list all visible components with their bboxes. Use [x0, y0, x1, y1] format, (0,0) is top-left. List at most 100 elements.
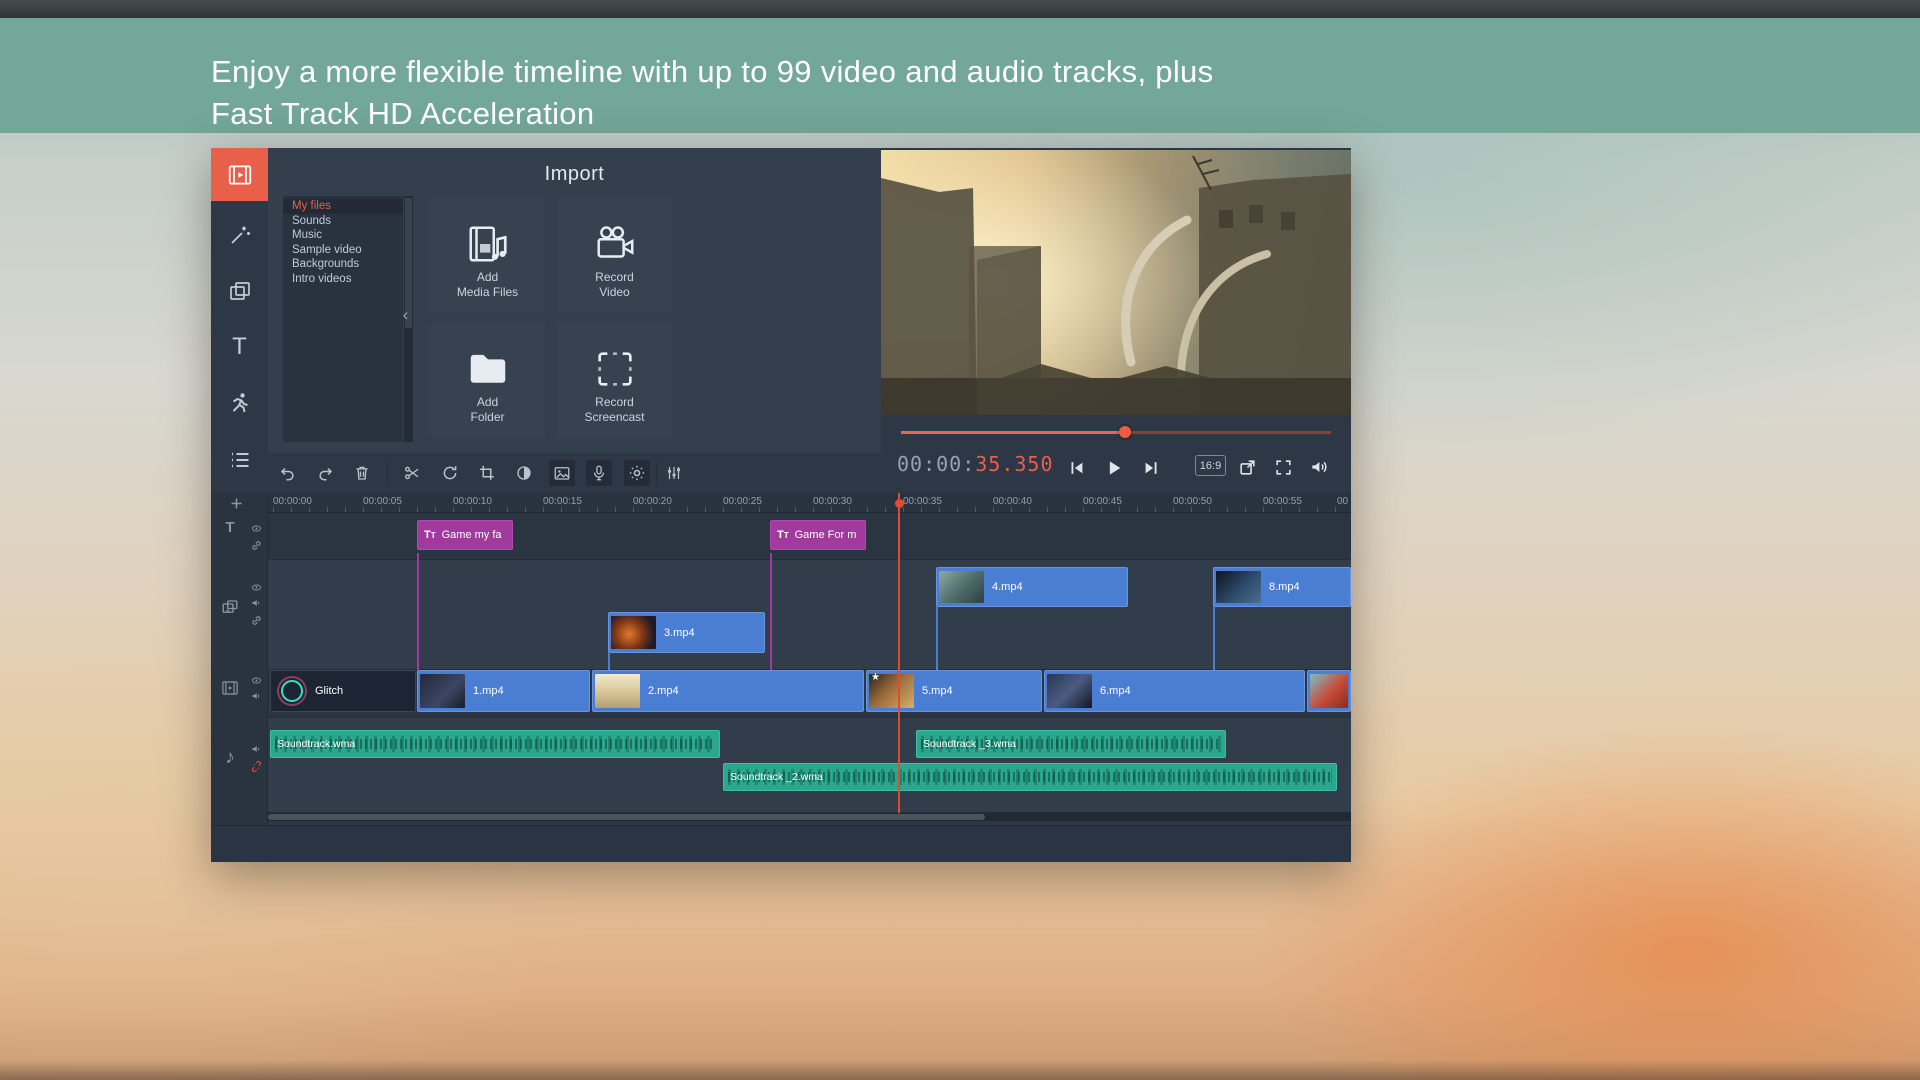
redo-button[interactable] [312, 460, 338, 486]
ruler-label: 00:00:10 [453, 496, 492, 507]
category-intro-videos[interactable]: Intro videos [283, 272, 403, 287]
ruler-label: 00:00:55 [1263, 496, 1302, 507]
color-adjust-button[interactable] [511, 460, 537, 486]
audio-clip[interactable]: Soundtrack _2.wma [723, 763, 1337, 791]
video-clip[interactable]: 1.mp4 [417, 670, 590, 712]
play-button[interactable] [1100, 454, 1128, 482]
overlay-clip[interactable]: 4.mp4 [936, 567, 1128, 607]
timecode-seconds: 35.350 [975, 452, 1053, 476]
preview-seekbar[interactable] [901, 431, 1331, 434]
split-scissors-button[interactable] [399, 460, 425, 486]
title-track-link-icon[interactable] [249, 538, 263, 552]
image-tool-button[interactable] [549, 460, 575, 486]
delete-button[interactable] [349, 460, 375, 486]
track-header-column: T ♪ [211, 493, 268, 825]
title-clip[interactable]: TT Game my fa [417, 520, 513, 550]
video-clip-glitch[interactable]: Glitch [270, 670, 416, 712]
skip-back-button[interactable] [1063, 454, 1091, 482]
overlay-track-link-icon[interactable] [249, 613, 263, 627]
overlay-clip[interactable]: 3.mp4 [608, 612, 765, 653]
skip-forward-button[interactable] [1137, 454, 1165, 482]
video-camera-icon [592, 218, 638, 270]
timeline-ruler[interactable]: 00:00:00 00:00:05 00:00:10 00:00:15 00:0… [268, 493, 1351, 513]
timecode-display: 00:00:35.350 [897, 452, 1054, 476]
video-track-icon [220, 679, 240, 697]
sidebar-import-button[interactable] [211, 148, 268, 201]
fullscreen-button[interactable] [1269, 453, 1297, 481]
title-clip[interactable]: TT Game For m [770, 520, 866, 550]
microphone-button[interactable] [586, 460, 612, 486]
category-sounds[interactable]: Sounds [283, 214, 403, 229]
overlay-link-line [608, 653, 610, 670]
category-backgrounds[interactable]: Backgrounds [283, 257, 403, 272]
clip-label: Game For m [795, 529, 857, 541]
detach-player-button[interactable] [1233, 453, 1261, 481]
volume-button[interactable] [1305, 453, 1333, 481]
record-screencast-button[interactable]: Record Screencast [557, 323, 672, 437]
overlay-link-line [1213, 607, 1215, 670]
video-clip[interactable]: ★ 5.mp4 [866, 670, 1042, 712]
toolbar-separator [387, 462, 388, 484]
overlay-link-line [936, 607, 938, 670]
aspect-ratio-button[interactable]: 16:9 [1195, 455, 1226, 476]
video-track-speaker-icon[interactable] [249, 690, 263, 702]
sidebar-wand-button[interactable] [211, 208, 268, 261]
playhead-handle[interactable] [895, 499, 904, 508]
ruler-label: 00:00:40 [993, 496, 1032, 507]
undo-button[interactable] [275, 460, 301, 486]
overlay-track-speaker-icon[interactable] [249, 597, 263, 609]
clip-thumbnail [420, 674, 465, 708]
audio-clip[interactable]: Soundtrack _3.wma [916, 730, 1226, 758]
ruler-label: 00:00:15 [543, 496, 582, 507]
track-band [268, 560, 1351, 670]
clip-thumbnail [1216, 571, 1261, 603]
video-editor-window: T Import My files Sounds Music Sample vi… [211, 148, 1351, 862]
clip-thumbnail [1310, 674, 1348, 708]
audio-track-unlink-icon[interactable] [249, 759, 263, 773]
video-track-eye-icon[interactable] [249, 674, 263, 686]
sidebar-filters-button[interactable] [211, 264, 268, 317]
add-track-plus-icon[interactable] [227, 494, 245, 512]
record-video-button[interactable]: Record Video [557, 198, 672, 312]
promo-banner: Enjoy a more flexible timeline with up t… [0, 18, 1920, 133]
ruler-label: 00:00:50 [1173, 496, 1212, 507]
sidebar-titles-button[interactable]: T [211, 320, 268, 373]
preview-video [881, 150, 1351, 415]
clip-label: Soundtrack.wma [277, 738, 355, 750]
ruler-label: 00:00:30 [813, 496, 852, 507]
sidebar-more-tools-button[interactable] [211, 433, 268, 486]
timeline-scrollbar-thumb[interactable] [268, 814, 985, 820]
rotate-button[interactable] [437, 460, 463, 486]
overlay-track-icon [220, 598, 240, 616]
audio-clip[interactable]: Soundtrack.wma [270, 730, 720, 758]
equalizer-button[interactable] [661, 460, 687, 486]
audio-track-speaker-icon[interactable] [249, 743, 263, 755]
collapse-list-chevron-icon[interactable]: ‹ [399, 302, 412, 328]
playhead-line[interactable] [898, 493, 900, 813]
category-sample-video[interactable]: Sample video [283, 243, 403, 258]
overlay-clip[interactable]: 8.mp4 [1213, 567, 1351, 607]
clip-thumbnail [1047, 674, 1092, 708]
filmstrip-play-icon [227, 162, 253, 188]
add-media-files-button[interactable]: Add Media Files [430, 198, 545, 312]
overlay-track-eye-icon[interactable] [249, 581, 263, 593]
title-link-line [770, 553, 772, 670]
video-clip-partial[interactable] [1307, 670, 1351, 712]
video-clip[interactable]: 6.mp4 [1044, 670, 1305, 712]
settings-gear-button[interactable] [624, 460, 650, 486]
banner-line2: Fast Track HD Acceleration [211, 96, 594, 132]
ruler-label: 00:00:35 [903, 496, 942, 507]
title-track-eye-icon[interactable] [249, 522, 263, 534]
sidebar-transitions-button[interactable] [211, 376, 268, 429]
add-folder-button[interactable]: Add Folder [430, 323, 545, 437]
seekbar-knob[interactable] [1119, 426, 1131, 438]
timeline-scrollbar[interactable] [268, 813, 1351, 821]
video-clip[interactable]: 2.mp4 [592, 670, 864, 712]
tile-label: Add Media Files [457, 270, 518, 300]
clip-label: Soundtrack _2.wma [730, 771, 823, 783]
clip-thumbnail [595, 674, 640, 708]
category-my-files[interactable]: My files [283, 199, 403, 214]
crop-button[interactable] [474, 460, 500, 486]
category-music[interactable]: Music [283, 228, 403, 243]
toolbar-separator [656, 462, 657, 484]
